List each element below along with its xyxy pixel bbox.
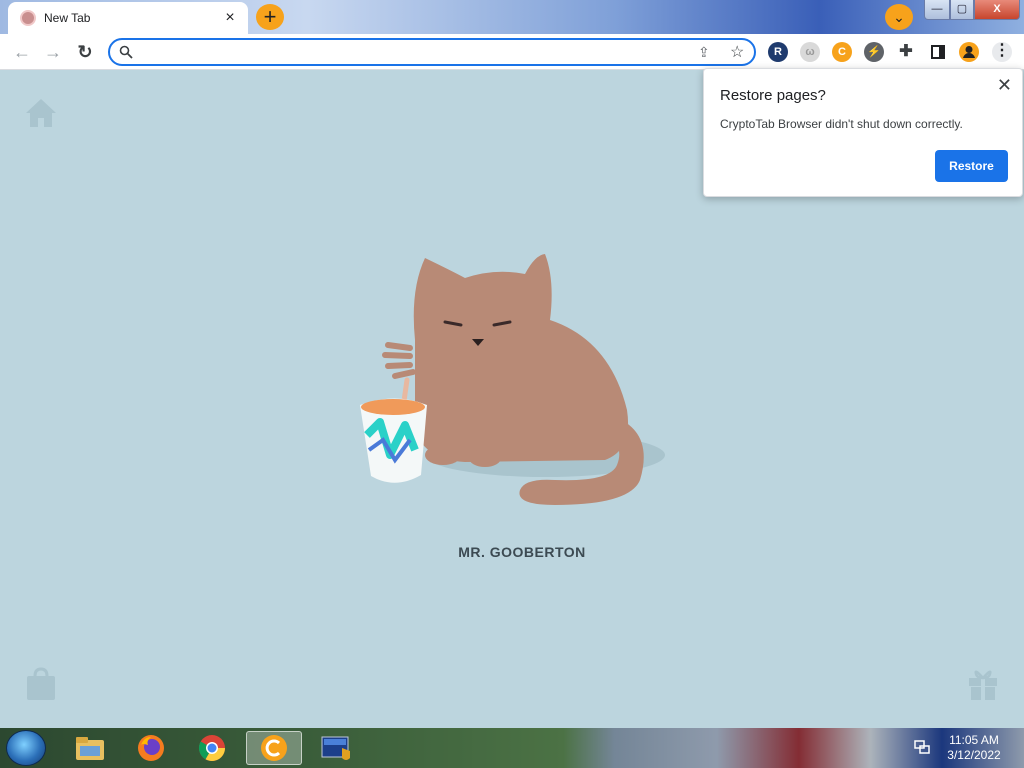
share-icon[interactable]: ⇪ [698,44,710,61]
start-button-windows-icon[interactable] [6,730,46,766]
cryptotab-taskbar-icon[interactable] [246,731,302,765]
clock-date: 3/12/2022 [947,748,1001,762]
omnibox[interactable]: ⇪ ☆ [108,38,756,66]
back-arrow-icon[interactable]: ← [10,40,34,64]
browser-toolbar: ← → ↻ ⇪ ☆ R ω C ⚡ ✚ ⋮ [0,34,1024,70]
tab-search-chevron-down-icon[interactable]: ⌄ [885,4,913,30]
gray-extension-icon[interactable]: ω [800,42,820,62]
cat-illustration [360,254,665,505]
file-explorer-icon[interactable] [62,731,118,765]
tab-close-icon[interactable]: × [222,9,238,27]
restore-pages-popup: Restore pages? CryptoTab Browser didn't … [703,68,1023,197]
taskbar-clock[interactable]: 11:05 AM 3/12/2022 [940,733,1008,763]
window-maximize-button[interactable]: ▢ [950,0,974,20]
cryptotab-extension-icon[interactable]: C [832,42,852,62]
r-extension-icon[interactable]: R [768,42,788,62]
cryptotab-favicon-icon [20,10,36,26]
network-icon[interactable] [914,739,930,755]
bolt-extension-icon[interactable]: ⚡ [864,42,884,62]
tab-title: New Tab [44,11,91,25]
new-tab-button[interactable]: + [256,4,284,30]
home-icon[interactable] [24,96,58,130]
windows-taskbar: 11:05 AM 3/12/2022 [0,728,1024,768]
gift-icon[interactable] [966,666,1000,702]
forward-arrow-icon[interactable]: → [41,40,65,64]
popup-title: Restore pages? [720,87,826,104]
restore-button[interactable]: Restore [935,150,1008,182]
shopping-bag-icon[interactable] [24,666,58,702]
clock-time: 11:05 AM [949,733,999,747]
tab-new-tab[interactable]: New Tab × [8,2,248,34]
extensions-puzzle-icon[interactable]: ✚ [896,42,916,62]
cat-name-label: MR. GOOBERTON [458,544,586,560]
reload-icon[interactable]: ↻ [73,40,97,64]
omnibox-input[interactable] [140,43,680,61]
search-icon [119,45,133,59]
close-icon[interactable]: ✕ [997,75,1012,96]
browser-titlebar: New Tab × + ⌄ — ▢ X [0,0,1024,34]
control-panel-icon[interactable] [308,731,364,765]
browser-menu-icon[interactable]: ⋮ [992,42,1012,62]
window-close-button[interactable]: X [974,0,1020,20]
side-panel-icon[interactable] [928,42,948,62]
popup-message: CryptoTab Browser didn't shut down corre… [720,117,963,131]
bookmark-star-icon[interactable]: ☆ [730,42,744,62]
profile-avatar-icon[interactable] [959,42,979,62]
firefox-icon[interactable] [123,731,179,765]
chrome-icon[interactable] [184,731,240,765]
window-minimize-button[interactable]: — [924,0,950,20]
